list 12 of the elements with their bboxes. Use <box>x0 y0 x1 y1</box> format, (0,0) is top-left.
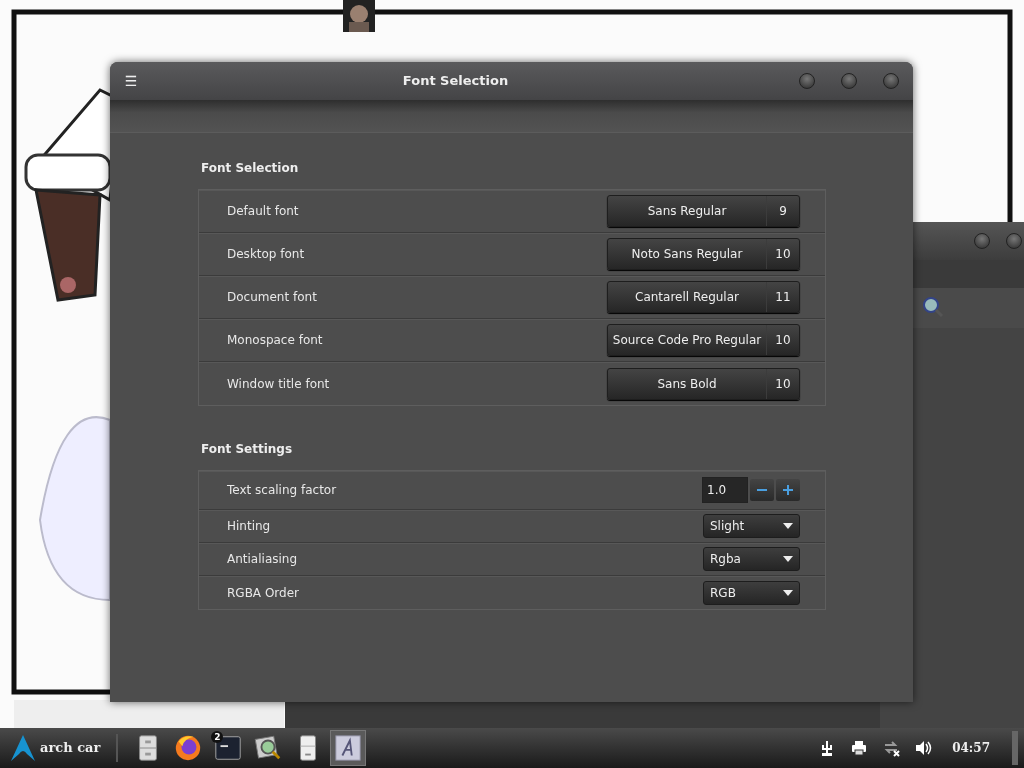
count-badge: 2 <box>211 731 224 743</box>
printer-icon[interactable] <box>850 739 869 757</box>
volume-icon[interactable] <box>914 739 933 757</box>
taskbar-app[interactable] <box>330 730 367 766</box>
clock[interactable]: 04:57 <box>952 739 990 757</box>
taskbar-app[interactable]: 2 <box>210 730 247 766</box>
network-icon[interactable] <box>882 739 901 757</box>
panel-handle[interactable] <box>1012 731 1018 765</box>
start-button[interactable]: arch car <box>6 734 105 762</box>
terminal-icon <box>213 733 244 763</box>
font-viewer-icon <box>333 733 364 763</box>
arch-logo-icon <box>10 734 36 762</box>
